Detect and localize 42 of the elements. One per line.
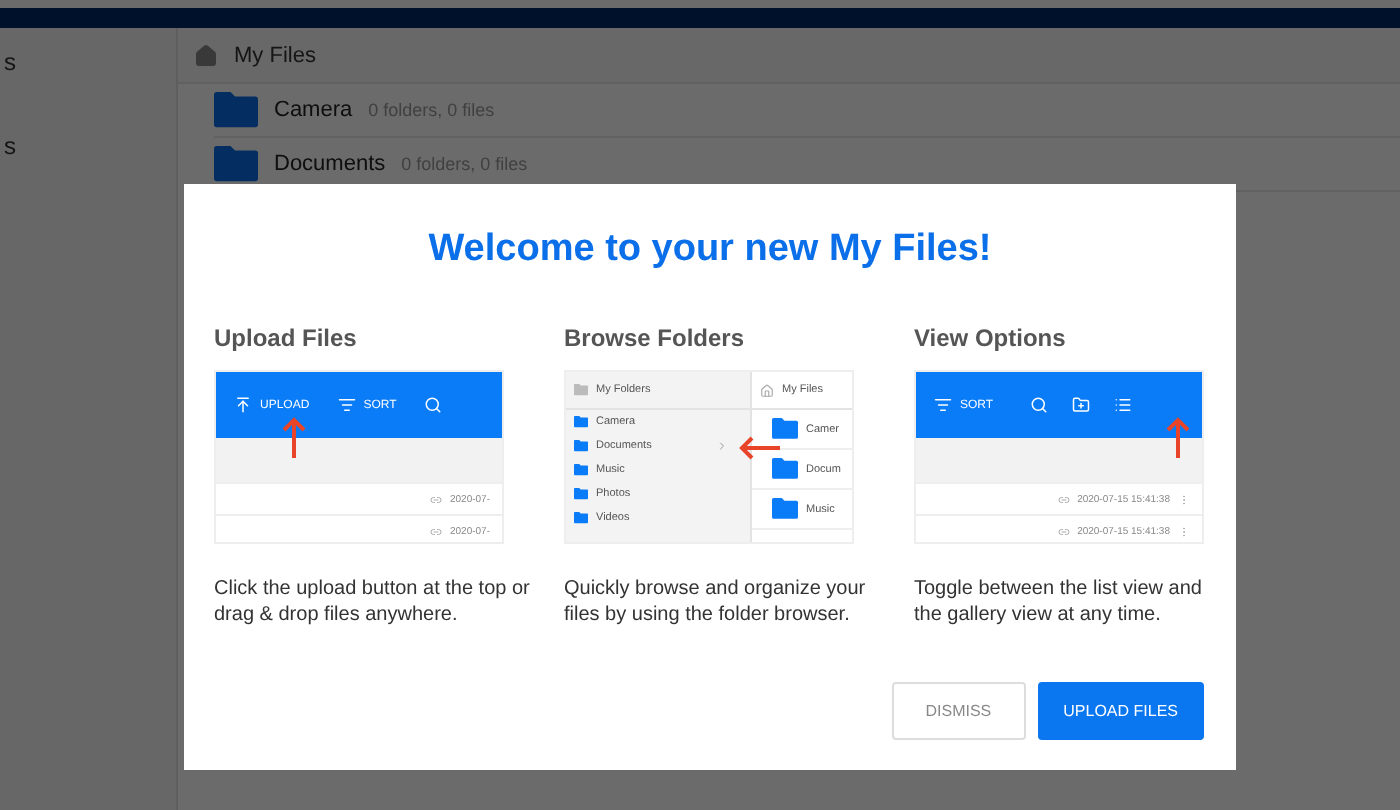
folder-icon	[574, 440, 588, 452]
folder-icon	[214, 146, 258, 182]
section-description: Toggle between the list view and the gallery view at any time.	[914, 576, 1204, 628]
section-heading: Upload Files	[214, 324, 359, 352]
home-icon	[760, 383, 774, 397]
sidebar-item[interactable]: s	[4, 132, 176, 160]
folder-icon	[574, 512, 588, 524]
search-icon	[1029, 396, 1048, 414]
folder-icon	[574, 488, 588, 500]
section-heading: Browse Folders	[564, 324, 747, 352]
folder-icon	[772, 458, 798, 480]
breadcrumb-label[interactable]: My Files	[234, 43, 316, 67]
folder-icon	[574, 416, 588, 428]
dismiss-button[interactable]: DISMISS	[891, 682, 1026, 740]
section-heading: View Options	[914, 324, 1068, 352]
link-icon	[1057, 525, 1070, 537]
sort-icon	[934, 396, 952, 414]
folder-icon	[772, 498, 798, 520]
link-icon	[429, 525, 442, 537]
upload-icon	[234, 396, 252, 414]
chevron-icon	[715, 440, 728, 452]
folder-plus-icon	[1071, 396, 1090, 414]
sidebar-item[interactable]: s	[4, 48, 176, 76]
pointer-arrow	[282, 416, 306, 460]
search-icon	[424, 396, 443, 414]
folder-icon	[214, 92, 258, 128]
home-icon	[194, 43, 218, 67]
upload-files-button[interactable]: UPLOAD FILES	[1037, 682, 1204, 740]
folder-icon	[574, 384, 588, 396]
pointer-arrow	[738, 436, 782, 460]
list-icon	[1113, 396, 1132, 414]
sort-icon	[337, 396, 356, 414]
folder-name: Documents	[274, 152, 386, 176]
folder-icon	[574, 464, 588, 476]
link-icon	[1057, 493, 1070, 505]
section-description: Click the upload button at the top or drag & drop files anywhere.	[214, 576, 532, 628]
dialog-title: Welcome to your new My Files!	[426, 228, 994, 272]
folder-icon	[772, 418, 798, 440]
pointer-arrow	[1166, 416, 1190, 460]
link-icon	[429, 493, 442, 505]
folder-name: Camera	[274, 98, 353, 122]
section-description: Quickly browse and organize your files by using the folder browser.	[564, 576, 868, 628]
